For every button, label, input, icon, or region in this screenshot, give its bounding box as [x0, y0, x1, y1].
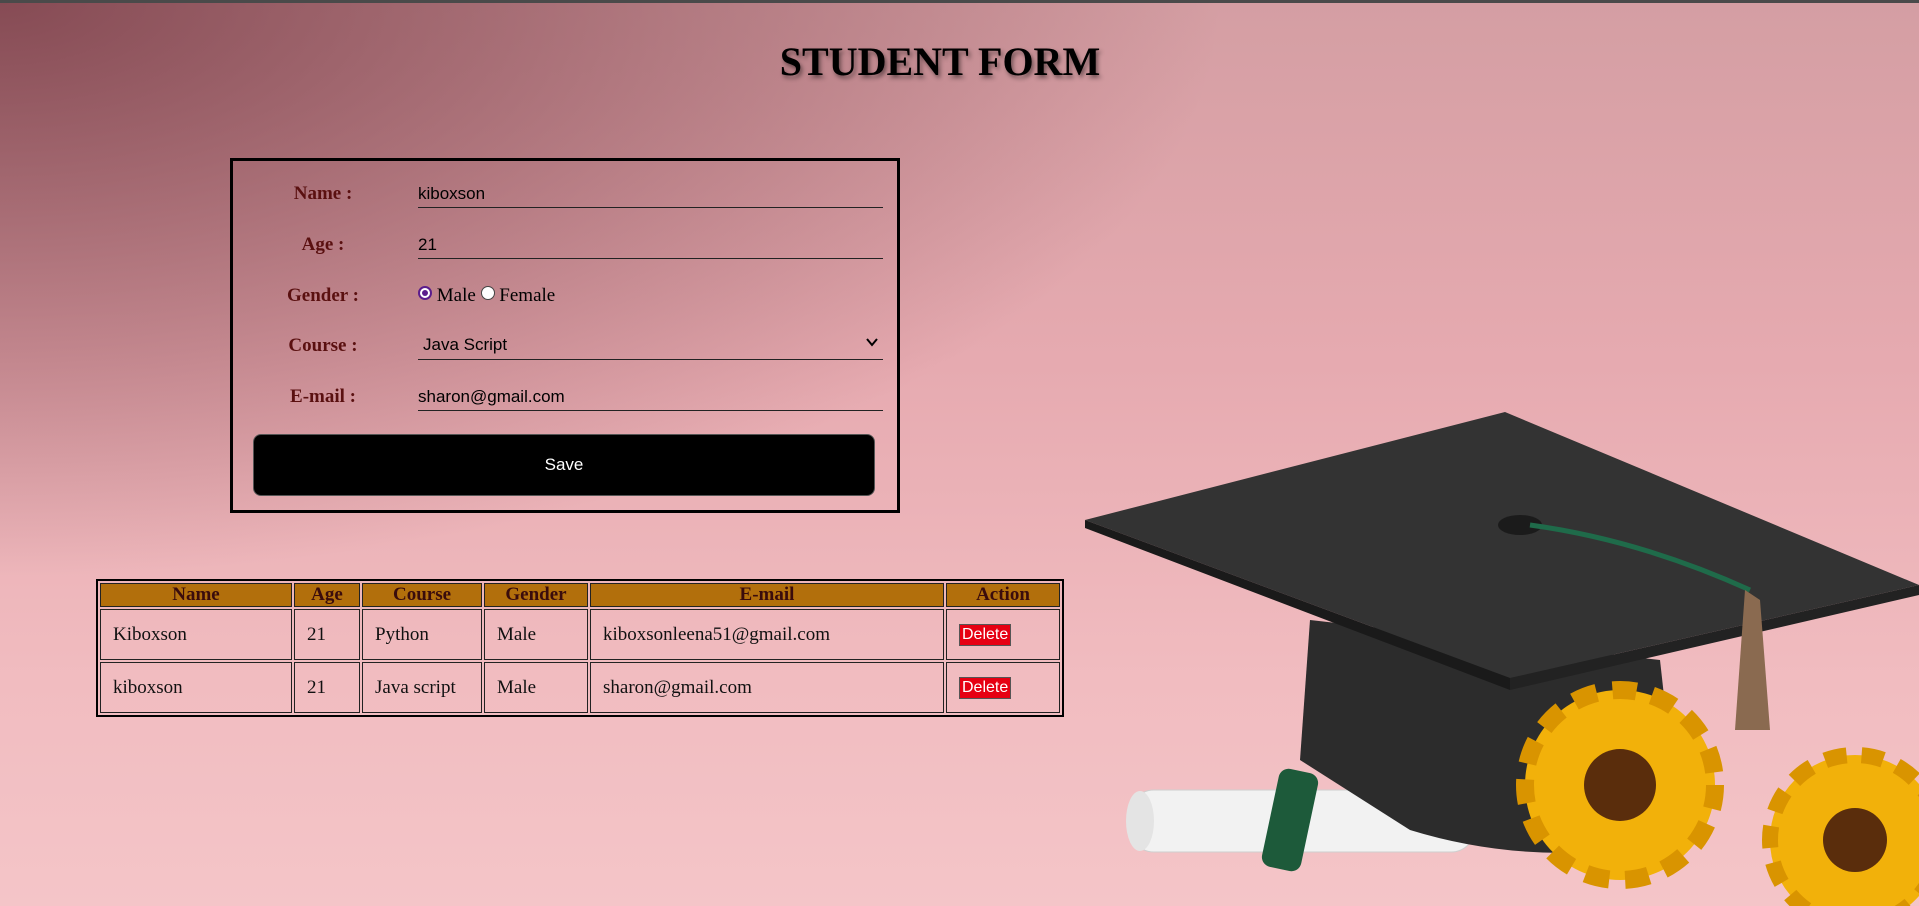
cell-gender: Male [484, 662, 588, 713]
sunflower-1 [1516, 681, 1724, 889]
cell-course: Python [362, 609, 482, 660]
header-gender: Gender [484, 583, 588, 607]
course-selected-value: Java Script [423, 335, 508, 354]
mortarboard [1085, 412, 1919, 690]
email-row: E-mail : [233, 384, 897, 426]
table-row: Kiboxson 21 Python Male kiboxsonleena51@… [100, 609, 1060, 660]
gender-male-label: Male [436, 285, 476, 306]
course-select[interactable]: Java Script [418, 333, 883, 360]
cell-age: 21 [294, 609, 360, 660]
cell-age: 21 [294, 662, 360, 713]
email-label: E-mail : [290, 386, 356, 407]
gender-row: Gender : Male Female [233, 285, 897, 325]
gender-female-label: Female [499, 285, 556, 306]
cell-email: sharon@gmail.com [590, 662, 944, 713]
student-form: Name : Age : Gender : Male Female Course… [230, 158, 900, 513]
cell-course: Java script [362, 662, 482, 713]
header-email: E-mail [590, 583, 944, 607]
sunflower-2 [1762, 747, 1919, 906]
table-row: kiboxson 21 Java script Male sharon@gmai… [100, 662, 1060, 713]
email-input[interactable] [418, 384, 883, 411]
course-label: Course : [288, 335, 358, 356]
cell-email: kiboxsonleena51@gmail.com [590, 609, 944, 660]
top-border [0, 0, 1919, 3]
cell-name: kiboxson [100, 662, 292, 713]
course-row: Course : Java Script [233, 335, 897, 375]
name-row: Name : [233, 181, 897, 223]
header-age: Age [294, 583, 360, 607]
header-name: Name [100, 583, 292, 607]
chevron-down-icon [865, 335, 879, 353]
gender-male-radio[interactable] [418, 286, 432, 300]
table-header-row: Name Age Course Gender E-mail Action [100, 583, 1060, 607]
cell-action: Delete [946, 662, 1060, 713]
page-title: STUDENT FORM [779, 39, 1101, 84]
graduation-cap-illustration [1085, 412, 1919, 906]
header-course: Course [362, 583, 482, 607]
cell-name: Kiboxson [100, 609, 292, 660]
delete-button[interactable]: Delete [959, 624, 1012, 646]
name-label: Name : [293, 183, 353, 204]
cell-gender: Male [484, 609, 588, 660]
name-input[interactable] [418, 181, 883, 208]
age-row: Age : [233, 232, 897, 274]
gender-radio-group: Male Female [418, 285, 555, 307]
header-action: Action [946, 583, 1060, 607]
gender-label: Gender : [287, 285, 359, 306]
cell-action: Delete [946, 609, 1060, 660]
save-button[interactable]: Save [253, 434, 875, 496]
delete-button[interactable]: Delete [959, 677, 1012, 699]
age-input[interactable] [418, 232, 883, 259]
gender-female-radio[interactable] [480, 286, 495, 300]
age-label: Age : [301, 234, 345, 255]
students-table: Name Age Course Gender E-mail Action Kib… [96, 579, 1064, 717]
